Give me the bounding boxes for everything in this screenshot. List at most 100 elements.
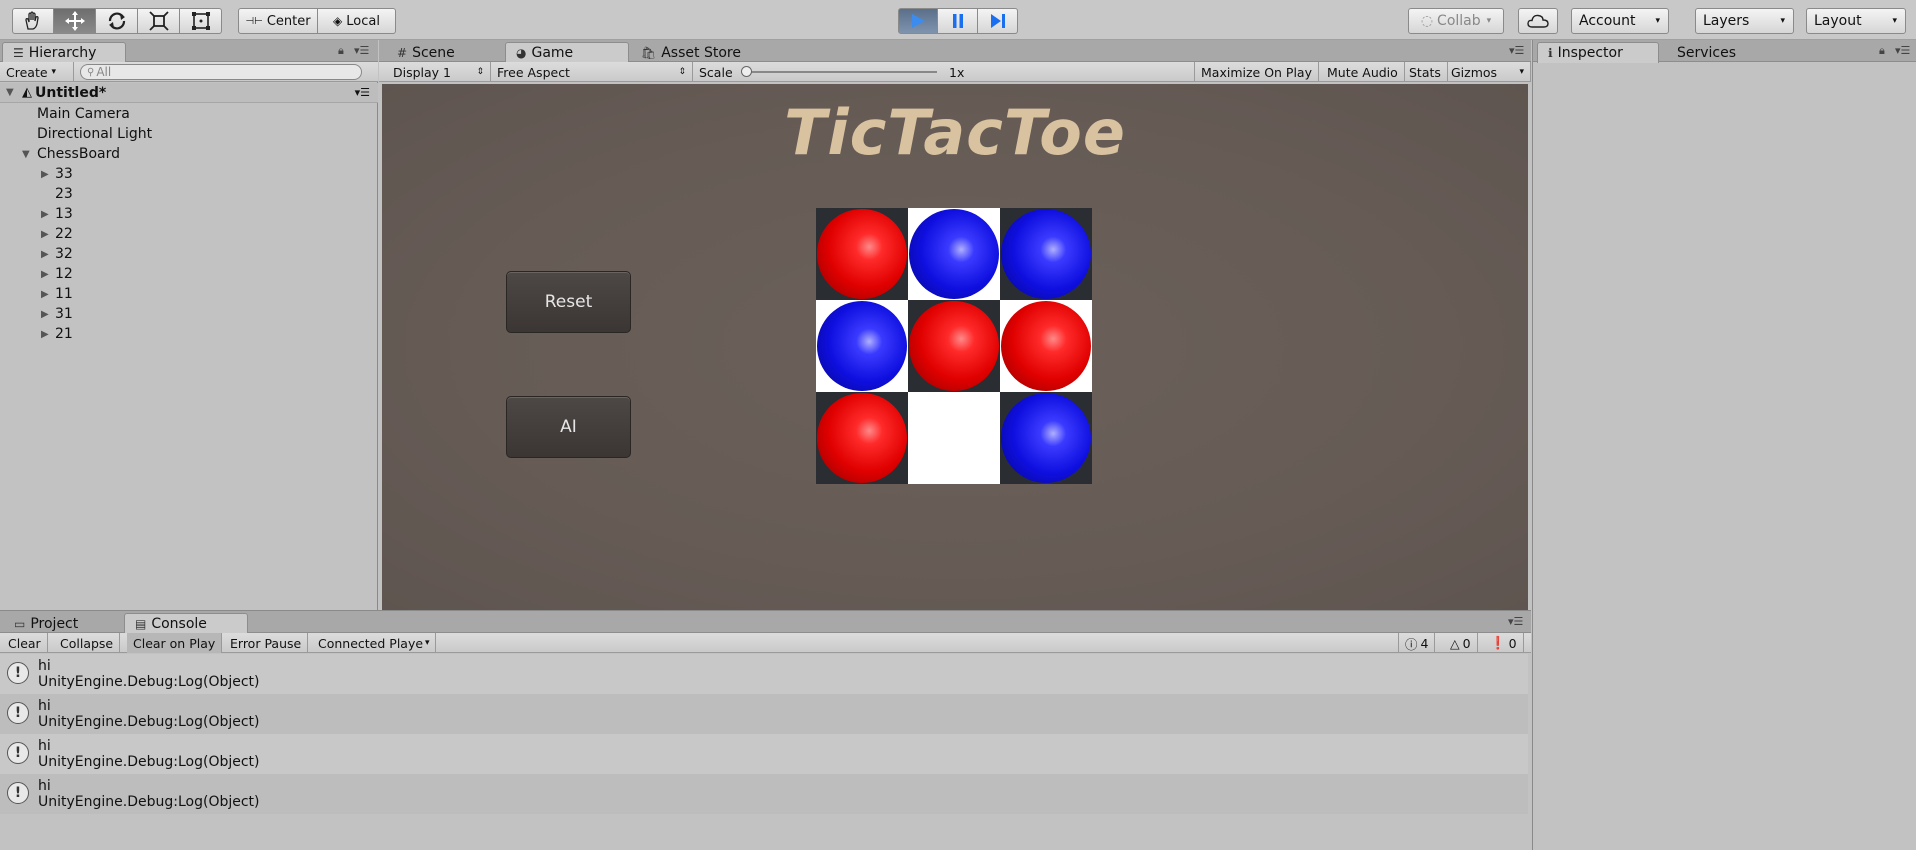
rotate-tool-button[interactable] bbox=[96, 8, 138, 34]
board-cell[interactable] bbox=[908, 208, 1000, 300]
aspect-dropdown[interactable]: Free Aspect ⇕ bbox=[491, 62, 693, 82]
hierarchy-item-directional-light[interactable]: Directional Light bbox=[37, 124, 152, 144]
collab-button[interactable]: ◌ Collab ▾ bbox=[1408, 8, 1504, 34]
board-cell[interactable] bbox=[908, 300, 1000, 392]
hierarchy-child-label: 21 bbox=[55, 326, 73, 342]
tab-services[interactable]: Services bbox=[1661, 42, 1781, 63]
collapsed-triangle-icon[interactable]: ▶ bbox=[41, 209, 53, 220]
collapsed-triangle-icon[interactable]: ▶ bbox=[41, 249, 53, 260]
gizmos-dropdown[interactable]: Gizmos ▾ bbox=[1445, 62, 1531, 82]
display-dropdown[interactable]: Display 1 ⇕ bbox=[387, 62, 491, 82]
maximize-on-play-toggle[interactable]: Maximize On Play bbox=[1194, 62, 1319, 82]
collapsed-triangle-icon[interactable]: ▶ bbox=[41, 229, 53, 240]
account-label: Account bbox=[1579, 13, 1636, 29]
chevron-down-icon: ▾ bbox=[51, 67, 57, 77]
collab-label: Collab bbox=[1437, 13, 1481, 29]
panel-menu-icon[interactable]: ▾☰ bbox=[354, 44, 369, 57]
board-cell[interactable] bbox=[816, 208, 908, 300]
scale-slider-handle[interactable] bbox=[741, 66, 752, 77]
create-dropdown[interactable]: Create ▾ bbox=[0, 62, 74, 82]
lock-icon[interactable]: 🔒︎ bbox=[1879, 44, 1885, 58]
tab-project[interactable]: ▭ Project bbox=[4, 613, 122, 634]
cloud-button[interactable] bbox=[1518, 8, 1558, 34]
move-tool-button[interactable] bbox=[54, 8, 96, 34]
rect-tool-button[interactable] bbox=[180, 8, 222, 34]
collapsed-triangle-icon[interactable]: ▶ bbox=[41, 289, 53, 300]
panel-menu-icon[interactable]: ▾☰ bbox=[1509, 44, 1524, 57]
collapsed-triangle-icon[interactable]: ▶ bbox=[41, 269, 53, 280]
scene-header[interactable]: ▼ ◭ Untitled* ▾☰ bbox=[0, 83, 378, 103]
scale-slider-track[interactable] bbox=[745, 71, 937, 73]
hierarchy-child-21[interactable]: ▶ 21 bbox=[41, 324, 73, 344]
layout-dropdown[interactable]: Layout ▾ bbox=[1806, 8, 1906, 34]
tab-console[interactable]: ▤ Console bbox=[124, 613, 248, 634]
hierarchy-item-main-camera[interactable]: Main Camera bbox=[37, 104, 130, 124]
board-cell[interactable] bbox=[816, 300, 908, 392]
collapsed-triangle-icon[interactable]: ▶ bbox=[41, 309, 53, 320]
board-cell[interactable] bbox=[816, 392, 908, 484]
hierarchy-child-11[interactable]: ▶ 11 bbox=[41, 284, 73, 304]
account-dropdown[interactable]: Account ▾ bbox=[1571, 8, 1669, 34]
hierarchy-child-12[interactable]: ▶ 12 bbox=[41, 264, 73, 284]
error-pause-toggle[interactable]: Error Pause bbox=[224, 633, 309, 653]
collapse-toggle[interactable]: Collapse bbox=[54, 633, 121, 653]
expand-triangle-icon[interactable]: ▼ bbox=[6, 87, 18, 98]
log-message: hi bbox=[38, 738, 51, 754]
pivot-center-button[interactable]: ⊣⊢ Center bbox=[238, 8, 318, 34]
clear-on-play-toggle[interactable]: Clear on Play bbox=[127, 633, 223, 653]
step-button[interactable] bbox=[978, 8, 1018, 34]
hierarchy-item-label: ChessBoard bbox=[37, 146, 120, 162]
panel-menu-icon[interactable]: ▾☰ bbox=[1895, 44, 1910, 57]
gizmos-label: Gizmos bbox=[1451, 64, 1498, 80]
hand-tool-button[interactable] bbox=[12, 8, 54, 34]
pause-button[interactable] bbox=[938, 8, 978, 34]
console-log-entry[interactable]: ! hi UnityEngine.Debug:Log(Object) bbox=[0, 694, 1528, 734]
hierarchy-child-33[interactable]: ▶ 33 bbox=[41, 164, 73, 184]
rotate-icon bbox=[108, 12, 125, 30]
hierarchy-child-22[interactable]: ▶ 22 bbox=[41, 224, 73, 244]
pivot-center-icon: ⊣⊢ bbox=[245, 15, 263, 27]
tab-hierarchy[interactable]: ☰ Hierarchy bbox=[2, 42, 126, 63]
tab-inspector[interactable]: ℹ Inspector bbox=[1537, 42, 1659, 63]
scene-menu-icon[interactable]: ▾☰ bbox=[355, 86, 370, 99]
layers-dropdown[interactable]: Layers ▾ bbox=[1695, 8, 1794, 34]
stats-toggle[interactable]: Stats bbox=[1403, 62, 1448, 82]
hierarchy-child-32[interactable]: ▶ 32 bbox=[41, 244, 73, 264]
collapsed-triangle-icon[interactable]: ▶ bbox=[41, 169, 53, 180]
board-cell[interactable] bbox=[1000, 300, 1092, 392]
connected-player-dropdown[interactable]: Connected Playe ▾ bbox=[312, 633, 436, 653]
console-log-entry[interactable]: ! hi UnityEngine.Debug:Log(Object) bbox=[0, 654, 1528, 694]
notice-filter-toggle[interactable]: △ 0 bbox=[1444, 633, 1478, 653]
console-log-entry[interactable]: ! hi UnityEngine.Debug:Log(Object) bbox=[0, 774, 1528, 814]
clear-button[interactable]: Clear bbox=[2, 633, 48, 653]
mute-audio-toggle[interactable]: Mute Audio bbox=[1321, 62, 1405, 82]
hierarchy-child-13[interactable]: ▶ 13 bbox=[41, 204, 73, 224]
tab-asset-store[interactable]: 🛍︎ Asset Store bbox=[631, 42, 771, 63]
error-filter-toggle[interactable]: ❗ 0 bbox=[1484, 633, 1524, 653]
hierarchy-child-31[interactable]: ▶ 31 bbox=[41, 304, 73, 324]
tab-game[interactable]: ◕ Game bbox=[505, 42, 629, 63]
pivot-local-button[interactable]: ◈ Local bbox=[318, 8, 396, 34]
board-cell[interactable] bbox=[908, 392, 1000, 484]
red-piece bbox=[817, 393, 907, 483]
expand-triangle-icon[interactable]: ▼ bbox=[22, 149, 34, 160]
hierarchy-child-23[interactable]: 23 bbox=[41, 184, 73, 204]
game-render-view[interactable]: TicTacToe Reset AI bbox=[382, 84, 1528, 610]
panel-menu-icon[interactable]: ▾☰ bbox=[1508, 615, 1523, 628]
board-cell[interactable] bbox=[1000, 208, 1092, 300]
local-cube-icon: ◈ bbox=[333, 14, 343, 28]
board-cell[interactable] bbox=[1000, 392, 1092, 484]
lock-icon[interactable]: 🔒︎ bbox=[338, 44, 344, 58]
collapsed-triangle-icon[interactable]: ▶ bbox=[41, 329, 53, 340]
console-log-entry[interactable]: ! hi UnityEngine.Debug:Log(Object) bbox=[0, 734, 1528, 774]
ai-button[interactable]: AI bbox=[506, 396, 631, 458]
hierarchy-search-input[interactable]: ⚲ All bbox=[80, 64, 362, 80]
error-count: 0 bbox=[1508, 635, 1517, 651]
scale-tool-button[interactable] bbox=[138, 8, 180, 34]
tab-scene[interactable]: # Scene bbox=[387, 42, 483, 63]
hierarchy-panel: ☰ Hierarchy 🔒︎ ▾☰ Create ▾ ⚲ All ▼ ◭ Unt… bbox=[0, 40, 378, 610]
hierarchy-item-chessboard[interactable]: ▼ ChessBoard bbox=[22, 144, 120, 164]
play-button[interactable] bbox=[898, 8, 938, 34]
reset-button[interactable]: Reset bbox=[506, 271, 631, 333]
warning-filter-toggle[interactable]: ⓘ 4 bbox=[1398, 633, 1436, 653]
